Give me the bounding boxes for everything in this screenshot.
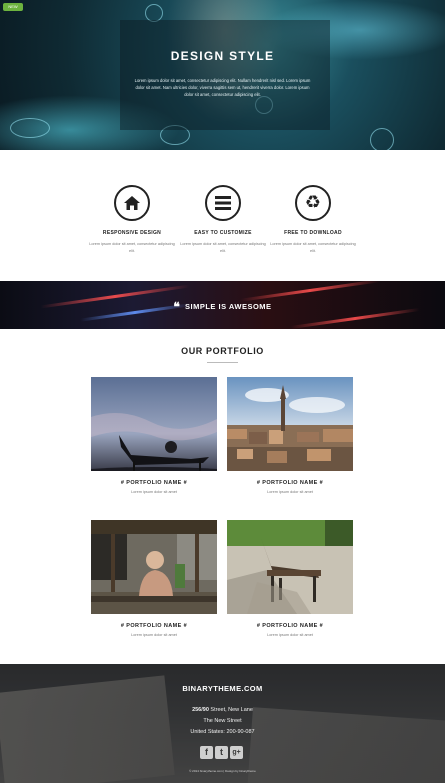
- footer-street: The New Street: [203, 718, 242, 724]
- new-badge[interactable]: NEW: [3, 3, 23, 11]
- hero-overlay: [120, 20, 330, 130]
- footer: BINARYTHEME.COM 256/90 Street, New Lane …: [0, 664, 445, 783]
- portfolio-image-child[interactable]: [91, 520, 217, 614]
- hero-section: NEW DESIGN STYLE Lorem ipsum dolor sit a…: [0, 0, 445, 150]
- facebook-icon[interactable]: f: [200, 746, 213, 759]
- menu-icon: [205, 185, 241, 221]
- portfolio-image-bench[interactable]: [227, 520, 353, 614]
- portfolio-name: # PORTFOLIO NAME #: [256, 623, 324, 629]
- google-plus-icon[interactable]: g+: [230, 746, 243, 759]
- address-number: 256/90: [192, 707, 209, 713]
- quote-icon: ❝: [173, 300, 181, 314]
- portfolio-sub: Lorem ipsum dolor sit amet: [267, 633, 313, 637]
- portfolio-item[interactable]: # PORTFOLIO NAME # Lorem ipsum dolor sit…: [91, 377, 217, 494]
- feature-title: FREE TO DOWNLOAD: [284, 230, 342, 236]
- copyright: © 2014 binarytheme.com | Design by binar…: [189, 769, 256, 773]
- quote-banner: ❝ SIMPLE IS AWESOME: [0, 281, 445, 329]
- hero-text: Lorem ipsum dolor sit amet, consectetur …: [134, 78, 311, 97]
- banner-text: ❝ SIMPLE IS AWESOME: [0, 300, 445, 314]
- portfolio-sub: Lorem ipsum dolor sit amet: [131, 490, 177, 494]
- portfolio-name: # PORTFOLIO NAME #: [120, 623, 188, 629]
- features-section: RESPONSIVE DESIGN Lorem ipsum dolor sit …: [0, 150, 445, 280]
- portfolio-image-chair-sky[interactable]: [91, 377, 217, 471]
- portfolio-item[interactable]: # PORTFOLIO NAME # Lorem ipsum dolor sit…: [227, 520, 353, 637]
- page: NEW DESIGN STYLE Lorem ipsum dolor sit a…: [0, 0, 445, 783]
- portfolio-sub: Lorem ipsum dolor sit amet: [267, 490, 313, 494]
- light-streak: [240, 281, 380, 302]
- footer-phone: United States: 200-90-087: [190, 729, 255, 735]
- hero-ring: [10, 118, 50, 138]
- home-icon: [114, 185, 150, 221]
- portfolio-name: # PORTFOLIO NAME #: [256, 480, 324, 486]
- portfolio-title: OUR PORTFOLIO: [181, 346, 264, 356]
- banner-label: SIMPLE IS AWESOME: [184, 302, 272, 311]
- twitter-icon[interactable]: t: [215, 746, 228, 759]
- footer-brand[interactable]: BINARYTHEME.COM: [0, 684, 445, 693]
- feature-download: ♻ FREE TO DOWNLOAD Lorem ipsum dolor sit…: [258, 185, 368, 255]
- portfolio-item[interactable]: # PORTFOLIO NAME # Lorem ipsum dolor sit…: [227, 377, 353, 494]
- address-street: Street, New Lane: [208, 707, 253, 713]
- feature-desc: Lorem ipsum dolor sit amet, consectetur …: [270, 242, 356, 253]
- portfolio-image-city[interactable]: [227, 377, 353, 471]
- portfolio-sub: Lorem ipsum dolor sit amet: [131, 633, 177, 637]
- hero-ring: [370, 128, 394, 150]
- footer-address: 256/90 Street, New Lane: [0, 707, 445, 713]
- portfolio-name: # PORTFOLIO NAME #: [120, 480, 188, 486]
- portfolio-section: OUR PORTFOLIO # PORTFOLIO NAME # Lorem i…: [0, 329, 445, 664]
- hero-title: DESIGN STYLE: [170, 49, 275, 63]
- recycle-icon: ♻: [295, 185, 331, 221]
- portfolio-item[interactable]: # PORTFOLIO NAME # Lorem ipsum dolor sit…: [91, 520, 217, 637]
- divider: [207, 362, 238, 363]
